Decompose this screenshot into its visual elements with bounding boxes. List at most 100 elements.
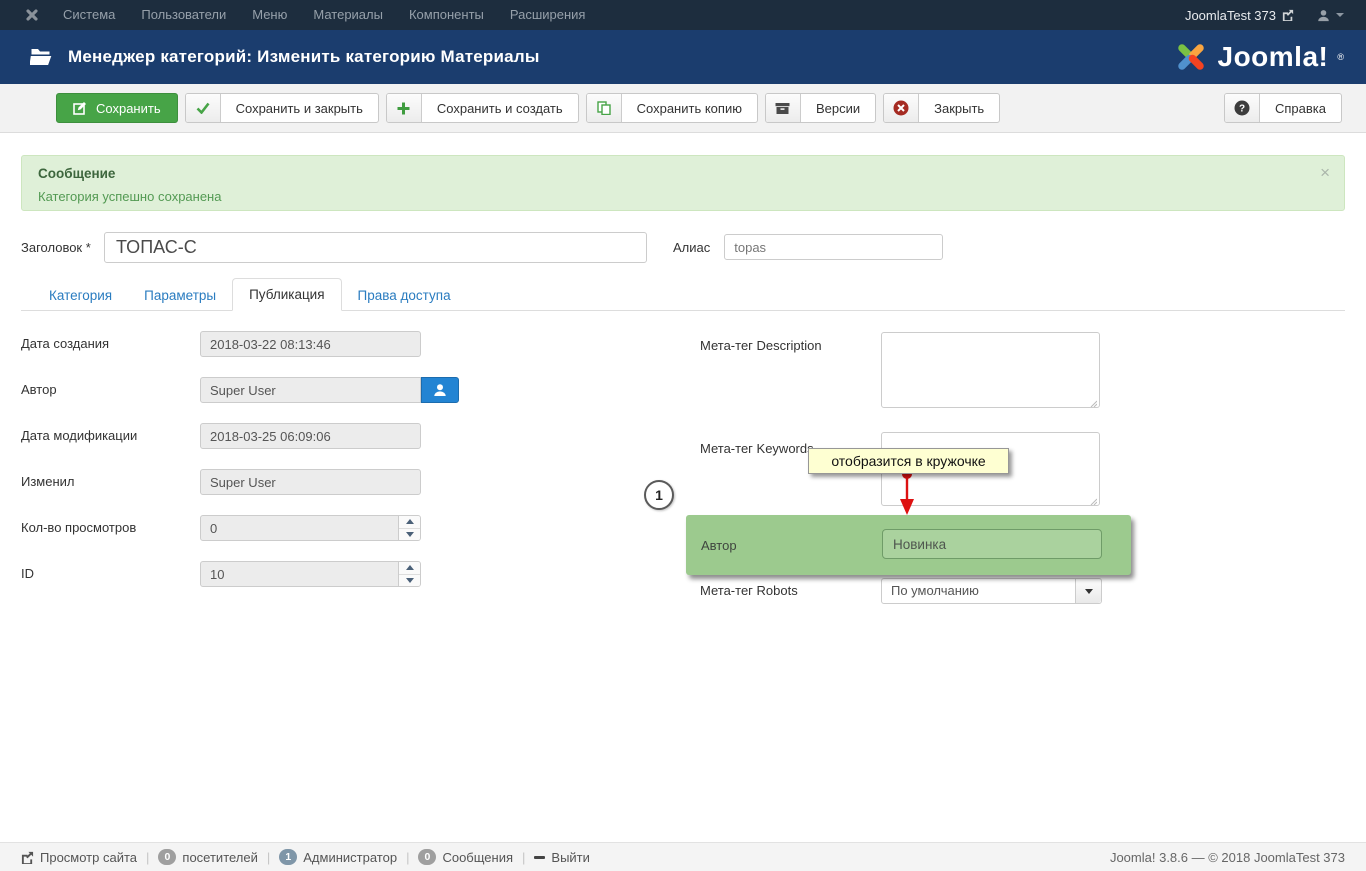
joomla-admin-page: Система Пользователи Меню Материалы Комп… [0,0,1366,871]
meta-keywords-label: Мета-тег Keywords [700,441,814,456]
logout-icon [534,855,546,859]
author-input [200,377,421,403]
folder-open-icon [30,49,52,65]
archive-icon [765,94,801,122]
menu-item-system[interactable]: Система [50,0,128,30]
toolbar: Сохранить Сохранить и закрыть Сохранить … [0,84,1366,133]
version-text: Joomla! 3.8.6 — © 2018 JoomlaTest 373 [1109,849,1345,865]
alias-input[interactable] [724,234,944,260]
tab-category[interactable]: Категория [33,280,128,311]
messages-label: Сообщения [442,849,514,865]
user-icon [434,384,446,396]
status-bar: Просмотр сайта | 0 посетителей | 1 Админ… [0,842,1366,871]
check-icon [185,94,221,122]
select-caret-button[interactable] [1075,579,1101,603]
tab-publishing[interactable]: Публикация [232,278,342,311]
modified-by-input [200,469,421,495]
admins-status: 1 Администратор [279,849,397,865]
title-label: Заголовок * [21,239,91,255]
joomla-logo: Joomla! ® [1173,39,1344,75]
separator: | [406,849,410,865]
save-copy-label: Сохранить копию [636,100,742,116]
spinner-down-button[interactable] [399,529,420,541]
close-circle-icon [884,94,920,122]
save-button[interactable]: Сохранить [56,93,178,123]
message-title: Сообщение [38,166,116,181]
admin-menu: Система Пользователи Меню Материалы Комп… [50,0,598,30]
created-date-label: Дата создания [21,336,110,351]
annotation-highlight-box: Автор [686,515,1131,575]
hits-input [201,516,398,540]
visitors-status: 0 посетителей [158,849,258,865]
save-copy-button[interactable]: Сохранить копию [585,93,758,123]
hits-label: Кол-во просмотров [21,520,137,535]
annotation-tooltip: отобразится в кружочке [808,448,1009,474]
save-new-label: Сохранить и создать [436,100,563,116]
annotation-step-circle: 1 [644,480,674,510]
annotation-arrow-icon [900,469,914,515]
separator: | [522,849,526,865]
created-date-input [200,331,421,357]
hits-stepper [200,515,421,541]
menu-item-content[interactable]: Материалы [300,0,396,30]
highlight-author-input[interactable] [882,529,1102,559]
tab-permissions[interactable]: Права доступа [342,280,467,311]
select-user-button[interactable] [421,377,459,403]
admins-count-badge: 1 [279,849,298,865]
view-site-label: Просмотр сайта [40,849,138,865]
menu-item-extensions[interactable]: Расширения [497,0,599,30]
id-stepper [200,561,421,587]
menu-item-menus[interactable]: Меню [239,0,300,30]
id-label: ID [21,566,34,581]
success-message: Сообщение Категория успешно сохранена × [21,155,1345,211]
meta-description-label: Мета-тег Description [700,338,822,353]
joomla-logo-icon [1177,44,1204,70]
meta-robots-value: По умолчанию [891,583,979,598]
menu-item-components[interactable]: Компоненты [396,0,497,30]
visitors-label: посетителей [182,849,258,865]
chevron-down-icon [1084,588,1093,594]
close-button[interactable]: Закрыть [883,93,1001,123]
external-link-icon [21,851,34,864]
registered-mark: ® [1337,52,1344,62]
chevron-down-icon [1336,13,1344,17]
view-site-link[interactable]: Просмотр сайта [21,850,137,865]
plus-icon [386,94,422,122]
title-input[interactable] [104,231,647,263]
svg-text:?: ? [1239,104,1245,115]
message-close-icon[interactable]: × [1320,164,1330,181]
user-menu-button[interactable] [1317,9,1348,22]
admins-label: Администратор [303,849,398,865]
logout-label: Выйти [551,849,590,865]
save-close-button[interactable]: Сохранить и закрыть [184,93,379,123]
messages-status: 0 Сообщения [418,849,513,865]
help-button[interactable]: ? Справка [1224,93,1342,123]
message-body: Категория успешно сохранена [38,189,222,204]
main-content: Сообщение Категория успешно сохранена × … [0,133,1366,842]
versions-label: Версии [815,100,861,116]
versions-button[interactable]: Версии [764,93,877,123]
tab-bar: Категория Параметры Публикация Права дос… [21,277,1345,311]
alias-label: Алиас [673,239,711,255]
author-label: Автор [21,382,57,397]
site-name: JoomlaTest 373 [1184,7,1276,23]
separator: | [266,849,271,865]
id-input [201,562,398,586]
save-new-button[interactable]: Сохранить и создать [385,93,579,123]
help-circle-icon: ? [1225,94,1260,122]
logout-link[interactable]: Выйти [534,850,590,865]
copy-icon [586,94,622,122]
tab-options[interactable]: Параметры [128,280,232,311]
menu-item-users[interactable]: Пользователи [128,0,239,30]
site-preview-link[interactable]: JoomlaTest 373 [1185,8,1294,23]
page-title: Менеджер категорий: Изменить категорию М… [68,47,540,66]
modified-by-label: Изменил [21,474,75,489]
meta-robots-select[interactable]: По умолчанию [881,578,1102,604]
admin-menu-bar: Система Пользователи Меню Материалы Комп… [0,0,1366,30]
spinner-down-button[interactable] [399,575,420,587]
spinner-up-button[interactable] [399,516,420,529]
modified-date-input [200,423,421,449]
spinner-up-button[interactable] [399,562,420,575]
meta-description-textarea[interactable] [881,332,1100,408]
title-row: Заголовок * Алиас [21,231,944,263]
